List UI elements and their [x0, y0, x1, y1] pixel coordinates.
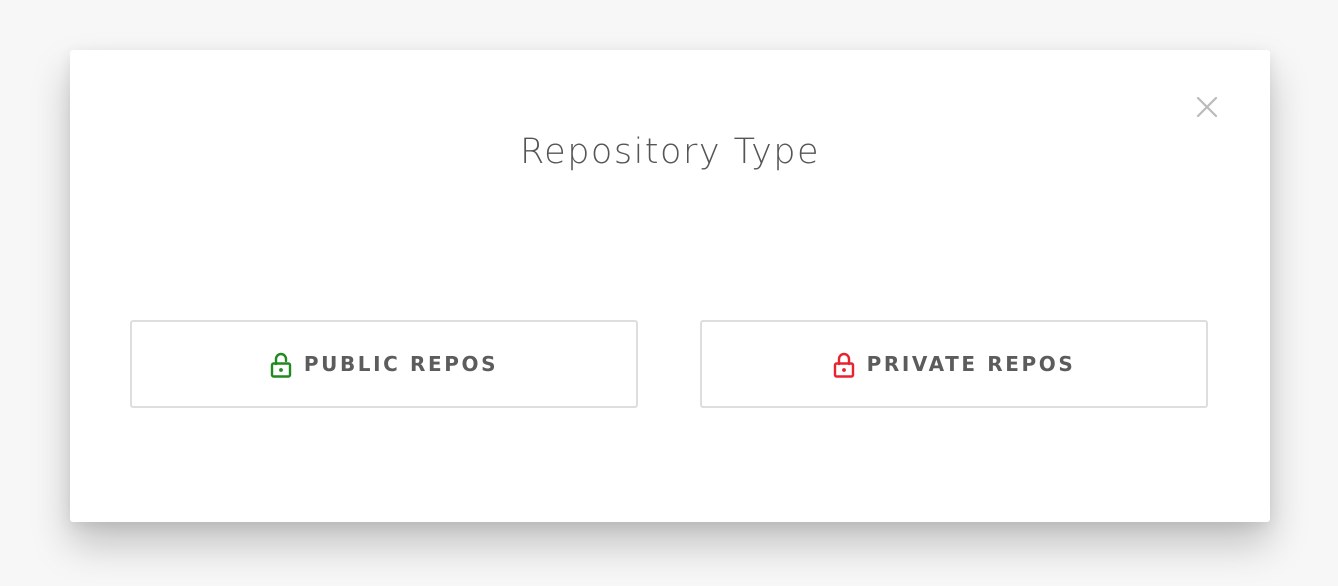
public-repos-label: PUBLIC REPOS — [303, 352, 499, 376]
private-repos-button[interactable]: PRIVATE REPOS — [700, 320, 1208, 408]
close-icon — [1196, 96, 1218, 118]
locked-icon — [833, 352, 855, 378]
private-repos-label: PRIVATE REPOS — [866, 352, 1076, 376]
close-button[interactable] — [1194, 94, 1220, 120]
public-repos-button[interactable]: PUBLIC REPOS — [130, 320, 638, 408]
repository-type-dialog: Repository Type PUBLIC REPOS PRIVATE REP… — [70, 50, 1270, 522]
dialog-title: Repository Type — [519, 132, 821, 172]
unlocked-icon — [270, 352, 292, 378]
